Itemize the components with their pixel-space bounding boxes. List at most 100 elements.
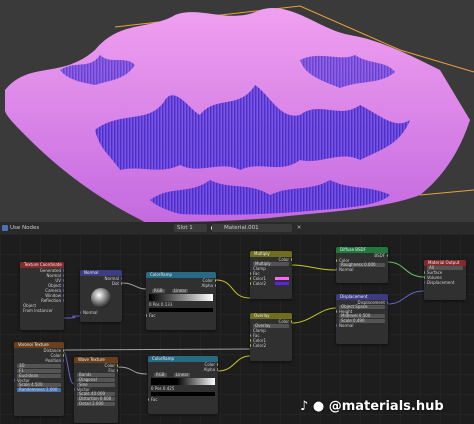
socket-icon[interactable] — [121, 277, 122, 280]
input-fac: Fac — [148, 397, 218, 402]
socket-icon[interactable] — [117, 364, 118, 367]
color1-swatch[interactable] — [275, 277, 289, 280]
slot-dropdown[interactable]: Slot 1 — [174, 224, 207, 232]
socket-icon[interactable] — [63, 274, 64, 277]
link-ramp-multiply — [215, 279, 251, 299]
interpolation-select[interactable]: Linear — [171, 289, 189, 293]
socket-icon[interactable] — [424, 281, 425, 284]
interpolation-select[interactable]: Linear — [173, 373, 191, 377]
use-nodes-label: Use Nodes — [10, 225, 40, 231]
duplicate-material-icon[interactable] — [284, 224, 292, 232]
detail-field[interactable]: Detail 2.000 — [77, 402, 115, 406]
ramp-controls: RGB Linear — [146, 288, 216, 293]
link-diffuse-output — [387, 261, 425, 278]
link-overlay-displacement — [291, 307, 337, 324]
input-normal: Normal — [80, 310, 122, 315]
socket-icon[interactable] — [63, 269, 64, 272]
normal-sphere-widget[interactable] — [91, 288, 111, 308]
input-displacement: Displacement — [424, 280, 466, 285]
socket-icon[interactable] — [148, 398, 149, 401]
mode-select[interactable]: RGB — [152, 289, 165, 293]
input-color2: Color2 — [250, 281, 292, 286]
socket-icon[interactable] — [14, 379, 15, 382]
link-ramp2-overlay — [217, 355, 251, 372]
voronoi-texture-node[interactable]: Voronoi Texture Distance Color Position … — [14, 342, 64, 416]
socket-icon[interactable] — [217, 368, 218, 371]
ramp-stop-row: 0 Pos 0.133 — [149, 302, 173, 307]
unlink-material-icon[interactable]: ✕ — [295, 224, 303, 232]
socket-icon[interactable] — [63, 279, 64, 282]
color-ramp-gradient[interactable] — [149, 294, 213, 301]
diffuse-bsdf-node[interactable]: Diffuse BSDF BSDF Color Roughness 0.000 … — [336, 247, 388, 283]
socket-icon[interactable] — [250, 334, 251, 337]
link-voronoi-overlay — [63, 348, 251, 351]
input-normal: Normal — [336, 267, 388, 272]
user-icon: ● — [312, 399, 325, 414]
displacement-node[interactable]: Displacement Displacement Object Space H… — [336, 294, 388, 344]
terrain-render — [4, 5, 474, 222]
socket-icon[interactable] — [387, 254, 388, 257]
multiply-node[interactable]: Multiply Color Multiply Clamp Fac Color1… — [250, 251, 292, 299]
stop-color-swatch[interactable] — [149, 308, 213, 312]
from-instancer-checkbox[interactable]: From Instancer — [20, 308, 64, 313]
socket-icon[interactable] — [336, 324, 337, 327]
link-displacement-output — [387, 290, 425, 305]
node-editor-canvas[interactable]: Texture Coordinate Generated Normal UV O… — [0, 234, 474, 424]
stop-color-swatch[interactable] — [151, 392, 215, 396]
normal-node[interactable]: Normal Normal Dot Normal — [80, 270, 122, 322]
color-ramp-gradient[interactable] — [151, 378, 215, 385]
use-nodes-checkbox[interactable] — [2, 225, 8, 231]
input-normal: Normal — [336, 323, 388, 328]
node-links — [61, 261, 425, 385]
socket-icon[interactable] — [63, 354, 64, 357]
randomness-field[interactable]: Randomness 1.000 — [17, 388, 61, 392]
socket-icon[interactable] — [336, 310, 337, 313]
socket-icon[interactable] — [63, 284, 64, 287]
socket-icon[interactable] — [250, 339, 251, 342]
socket-icon[interactable] — [215, 279, 216, 282]
wave-texture-node[interactable]: Wave Texture Color Fac Bands Diagonal Si… — [74, 357, 118, 423]
ramp-controls: RGB Linear — [148, 372, 218, 377]
socket-icon[interactable] — [80, 311, 81, 314]
watermark: ♪ ● @materials.hub — [300, 399, 444, 414]
socket-icon[interactable] — [63, 359, 64, 362]
socket-icon[interactable] — [121, 282, 122, 285]
socket-icon[interactable] — [63, 294, 64, 297]
socket-icon[interactable] — [217, 363, 218, 366]
socket-icon[interactable] — [424, 276, 425, 279]
link-multiply-diffuse — [291, 264, 337, 271]
socket-icon[interactable] — [336, 259, 337, 262]
socket-icon[interactable] — [387, 301, 388, 304]
socket-icon[interactable] — [250, 282, 251, 285]
socket-icon[interactable] — [291, 320, 292, 323]
socket-icon[interactable] — [424, 271, 425, 274]
socket-icon[interactable] — [291, 258, 292, 261]
socket-icon[interactable] — [146, 314, 147, 317]
socket-icon[interactable] — [63, 289, 64, 292]
color2-swatch[interactable] — [275, 282, 289, 285]
input-fac: Fac — [146, 313, 216, 318]
socket-icon[interactable] — [250, 344, 251, 347]
overlay-node[interactable]: Overlay Color Overlay Clamp Fac Color1 C… — [250, 313, 292, 361]
output-dot: Dot — [80, 281, 122, 286]
3d-viewport[interactable] — [0, 0, 474, 222]
socket-icon[interactable] — [250, 272, 251, 275]
mode-select[interactable]: RGB — [154, 373, 167, 377]
input-color2: Color2 — [250, 343, 292, 348]
texture-coordinate-node[interactable]: Texture Coordinate Generated Normal UV O… — [20, 262, 64, 330]
bounds-right-edge — [419, 189, 474, 196]
socket-icon[interactable] — [74, 388, 75, 391]
link-normal-ramp — [121, 282, 148, 290]
link-wave-ramp — [117, 366, 148, 375]
ramp-stop-row: 0 Pos 0.425 — [151, 386, 175, 391]
socket-icon[interactable] — [250, 277, 251, 280]
socket-icon[interactable] — [63, 349, 64, 352]
material-name-field[interactable]: Material.001 — [212, 224, 292, 232]
socket-icon[interactable] — [336, 268, 337, 271]
colorramp-node-1[interactable]: ColorRamp Color Alpha RGB Linear 0 Pos 0… — [146, 272, 216, 330]
material-output-node[interactable]: Material Output All Surface Volume Displ… — [424, 260, 466, 300]
socket-icon[interactable] — [63, 299, 64, 302]
socket-icon[interactable] — [117, 369, 118, 372]
colorramp-node-2[interactable]: ColorRamp Color Alpha RGB Linear 0 Pos 0… — [148, 356, 218, 414]
socket-icon[interactable] — [215, 284, 216, 287]
